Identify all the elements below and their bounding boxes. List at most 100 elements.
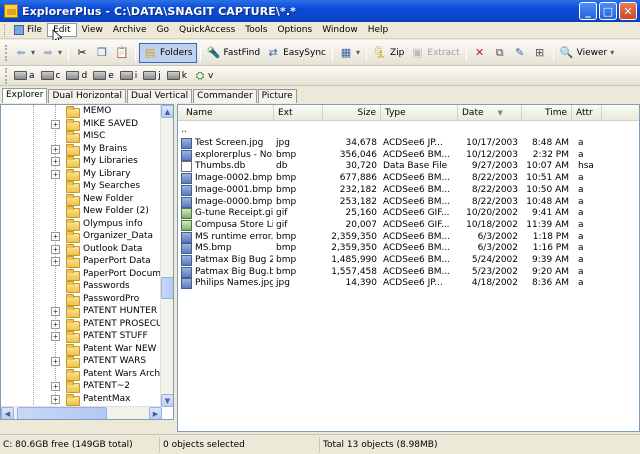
tree-item[interactable]: MEMO: [1, 106, 162, 118]
tree-item[interactable]: Olympus info: [1, 218, 162, 231]
scroll-thumb[interactable]: [161, 277, 173, 299]
tab-dual-vertical[interactable]: Dual Vertical: [126, 89, 193, 103]
view-mode-button[interactable]: ▦ ▾: [336, 43, 363, 63]
easysync-button[interactable]: ⇄ EasySync: [263, 43, 329, 63]
rename-button[interactable]: ✎: [510, 43, 530, 63]
tree-item[interactable]: + PATENT~2: [1, 381, 162, 393]
expand-plus-icon[interactable]: +: [51, 144, 60, 154]
title-bar[interactable]: ExplorerPlus - C:\DATA\SNAGIT CAPTURE\*.…: [0, 0, 640, 22]
drive-d-button[interactable]: d: [63, 71, 90, 81]
fastfind-button[interactable]: 🔦 FastFind: [204, 43, 264, 63]
column-time[interactable]: Time: [522, 105, 572, 121]
expand-plus-icon[interactable]: +: [51, 257, 60, 266]
expand-plus-icon[interactable]: +: [51, 307, 60, 316]
file-row[interactable]: MS runtime error... bmp 2,359,350 ACDSee6 B…: [178, 231, 639, 243]
expand-plus-icon[interactable]: +: [51, 232, 60, 241]
column-size[interactable]: Size: [323, 105, 381, 121]
tree-item[interactable]: + PatentMax: [1, 393, 162, 406]
menu-quickaccess[interactable]: QuickAccess: [174, 24, 240, 36]
paste-button[interactable]: 📋: [112, 43, 132, 63]
forward-dropdown-icon[interactable]: ▾: [58, 48, 62, 57]
menu-go[interactable]: Go: [152, 24, 174, 36]
folders-button[interactable]: ▤ Folders: [139, 42, 197, 63]
file-list[interactable]: Name Ext Size Type Date ▼ Time Attr .. Te…: [177, 104, 640, 432]
expand-plus-icon[interactable]: +: [51, 332, 60, 341]
drive-a-button[interactable]: a: [11, 71, 38, 81]
tree-item[interactable]: MISC: [1, 131, 162, 143]
copy-button[interactable]: ❐: [92, 43, 112, 63]
tree-item[interactable]: Passwords: [1, 281, 162, 293]
viewer-dropdown-icon[interactable]: ▾: [610, 48, 614, 57]
tree-item[interactable]: My Searches: [1, 181, 162, 193]
file-row[interactable]: Compusa Store Li...gif 20,007 ACDSee6 GIF.…: [178, 219, 639, 231]
file-row[interactable]: Patmax Big Bug 2...bmp 1,485,990 ACDSee6 B…: [178, 255, 639, 266]
menu-options[interactable]: Options: [272, 24, 317, 36]
file-row[interactable]: Test Screen.jpg jpg 34,678 ACDSee6 JP... 10/…: [178, 138, 639, 149]
drive-k-button[interactable]: k: [164, 71, 190, 81]
tree-horizontal-scrollbar[interactable]: ◀ ▶: [1, 406, 162, 419]
column-date[interactable]: Date ▼: [458, 105, 522, 121]
drive-c-button[interactable]: c: [38, 71, 64, 81]
file-row[interactable]: Thumbs.db db 30,720 Data Base File 9/27/2003…: [178, 161, 639, 173]
tree-item[interactable]: New Folder (2): [1, 206, 162, 218]
tree-item[interactable]: + Organizer_Data: [1, 231, 162, 243]
tree-vertical-scrollbar[interactable]: ▲ ▼: [160, 105, 173, 407]
menu-help[interactable]: Help: [363, 24, 394, 36]
tree-item[interactable]: + My Library: [1, 168, 162, 181]
close-button[interactable]: ✕: [619, 2, 637, 20]
folder-tree[interactable]: MEMO + MIKE SAVED MISC + My Brains + My Librari…: [0, 104, 174, 420]
zip-button[interactable]: 🗜 Zip: [370, 43, 407, 63]
drive-i-button[interactable]: i: [117, 71, 141, 81]
drive-e-button[interactable]: e: [90, 71, 117, 81]
file-row[interactable]: Image-0001.bmp bmp 232,182 ACDSee6 BM... 8/2…: [178, 184, 639, 196]
file-row[interactable]: Image-0000.bmp bmp 253,182 ACDSee6 BM... 8/2…: [178, 196, 639, 208]
file-row[interactable]: Patmax Big Bug.b...bmp 1,557,458 ACDSee6 B…: [178, 266, 639, 278]
menu-archive[interactable]: Archive: [108, 24, 152, 36]
menu-tools[interactable]: Tools: [240, 24, 272, 36]
tree-item[interactable]: New Folder: [1, 193, 162, 206]
tab-explorer[interactable]: Explorer: [2, 88, 48, 103]
menu-grip[interactable]: [4, 23, 7, 37]
expand-plus-icon[interactable]: +: [51, 382, 60, 391]
column-attr[interactable]: Attr: [572, 105, 602, 121]
toolbar-grip[interactable]: [5, 67, 8, 84]
column-type[interactable]: Type: [381, 105, 458, 121]
tree-item[interactable]: + PATENT PROSECUTION: [1, 318, 162, 331]
scroll-down-button[interactable]: ▼: [161, 394, 173, 407]
scroll-right-button[interactable]: ▶: [149, 407, 162, 419]
toolbar-grip[interactable]: [5, 44, 8, 61]
drive-j-button[interactable]: j: [140, 71, 164, 81]
tree-item[interactable]: + PATENT STUFF: [1, 331, 162, 343]
column-ext[interactable]: Ext: [274, 105, 323, 121]
forward-button[interactable]: ➡ ▾: [38, 43, 65, 63]
extract-button[interactable]: ▣ Extract: [407, 43, 462, 63]
menu-file[interactable]: File: [9, 24, 47, 36]
maximize-button[interactable]: □: [599, 2, 617, 20]
viewer-button[interactable]: 🔍 Viewer ▾: [557, 43, 618, 63]
tree-item[interactable]: PaperPort Documents: [1, 268, 162, 281]
file-row[interactable]: G-tune Receipt.gif gif 25,160 ACDSee6 GIF..…: [178, 208, 639, 220]
tree-item[interactable]: + MIKE SAVED: [1, 118, 162, 131]
file-row[interactable]: Philips Names.jpg jpg 14,390 ACDSee6 JP... 4…: [178, 278, 639, 290]
tree-item[interactable]: PasswordPro: [1, 293, 162, 306]
file-row[interactable]: explorerplus - No... bmp 356,046 ACDSee6 BM…: [178, 149, 639, 161]
tree-item[interactable]: + My Libraries: [1, 156, 162, 168]
expand-plus-icon[interactable]: +: [51, 394, 60, 404]
tab-commander[interactable]: Commander: [193, 89, 257, 103]
expand-plus-icon[interactable]: +: [51, 357, 60, 366]
tab-picture[interactable]: Picture: [257, 89, 297, 103]
minimize-button[interactable]: _: [579, 2, 597, 20]
back-button[interactable]: ⬅ ▾: [11, 43, 38, 63]
expand-plus-icon[interactable]: +: [51, 319, 60, 329]
drive-v-button[interactable]: ⛭ v: [190, 69, 216, 83]
tree-item[interactable]: + Outlook Data: [1, 243, 162, 256]
parent-folder-row[interactable]: ..: [178, 125, 639, 136]
tree-item[interactable]: + PaperPort Data: [1, 256, 162, 268]
properties-button[interactable]: ⧉: [490, 43, 510, 63]
file-row[interactable]: Image-0002.bmp bmp 677,886 ACDSee6 BM... 8/2…: [178, 173, 639, 185]
scroll-up-button[interactable]: ▲: [161, 105, 173, 118]
column-name[interactable]: Name: [178, 105, 274, 121]
menu-view[interactable]: View: [77, 24, 108, 36]
tree-item[interactable]: Patent War NEW: [1, 343, 162, 356]
file-row[interactable]: MS.bmp bmp 2,359,350 ACDSee6 BM... 6/3/2002 1…: [178, 243, 639, 255]
